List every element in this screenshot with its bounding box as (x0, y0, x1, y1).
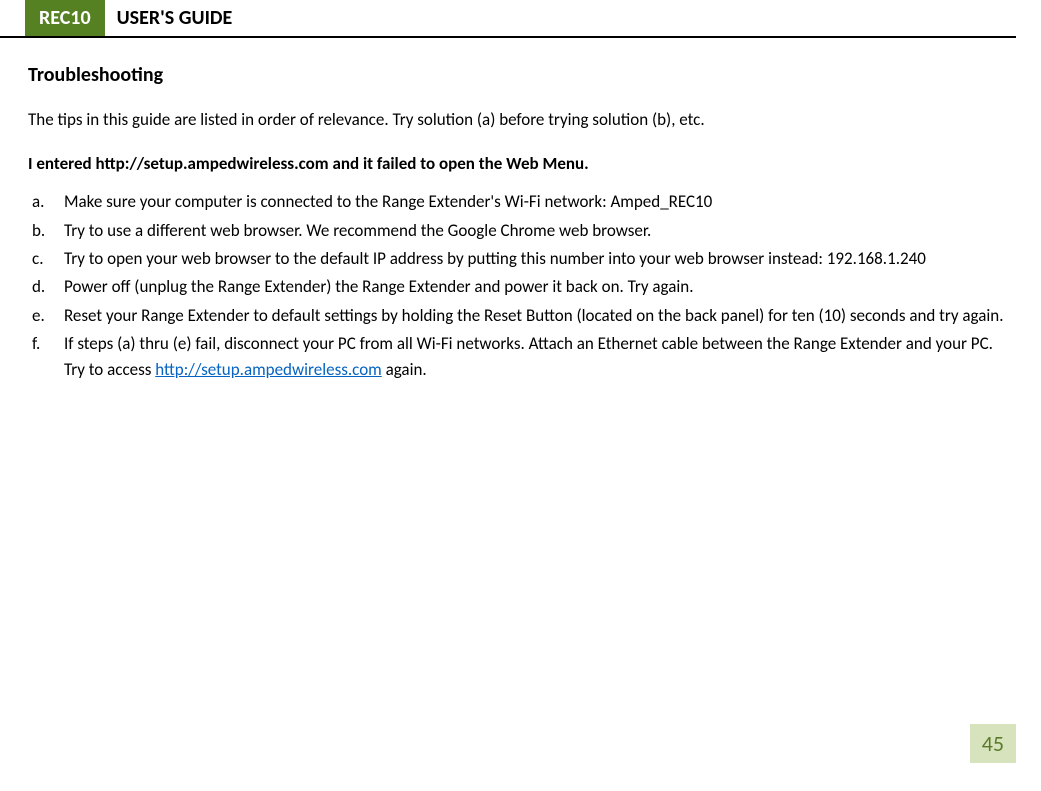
solution-item-e: e. Reset your Range Extender to default … (64, 303, 1013, 329)
setup-url-link[interactable]: http://setup.ampedwireless.com (155, 359, 382, 380)
solution-marker: a. (32, 189, 44, 215)
solutions-list: a. Make sure your computer is connected … (28, 189, 1013, 383)
solution-marker: c. (32, 246, 43, 272)
solution-marker: b. (32, 218, 45, 244)
solution-text: Power off (unplug the Range Extender) th… (64, 276, 694, 297)
header-badge: REC10 (25, 0, 105, 36)
solution-text: Try to use a different web browser. We r… (64, 220, 651, 241)
solution-item-a: a. Make sure your computer is connected … (64, 189, 1013, 215)
header-spacer (0, 0, 25, 36)
section-title: Troubleshooting (28, 63, 1013, 87)
solution-text-post: again. (382, 359, 427, 380)
solution-item-d: d. Power off (unplug the Range Extender)… (64, 274, 1013, 300)
solution-text: Make sure your computer is connected to … (64, 191, 712, 212)
solution-text: Try to open your web browser to the defa… (64, 248, 926, 269)
header-title: USER'S GUIDE (105, 0, 245, 36)
document-header: REC10 USER'S GUIDE (0, 0, 1016, 38)
page-content: Troubleshooting The tips in this guide a… (0, 38, 1041, 384)
issue-heading: I entered http://setup.ampedwireless.com… (28, 153, 1013, 175)
solution-item-b: b. Try to use a different web browser. W… (64, 218, 1013, 244)
solution-marker: f. (32, 331, 40, 357)
solution-text: Reset your Range Extender to default set… (64, 305, 1004, 326)
solution-marker: d. (32, 274, 45, 300)
solution-item-c: c. Try to open your web browser to the d… (64, 246, 1013, 272)
solution-marker: e. (32, 303, 45, 329)
solution-item-f: f. If steps (a) thru (e) fail, disconnec… (64, 331, 1013, 384)
page-number: 45 (970, 724, 1016, 763)
intro-text: The tips in this guide are listed in ord… (28, 109, 1013, 131)
